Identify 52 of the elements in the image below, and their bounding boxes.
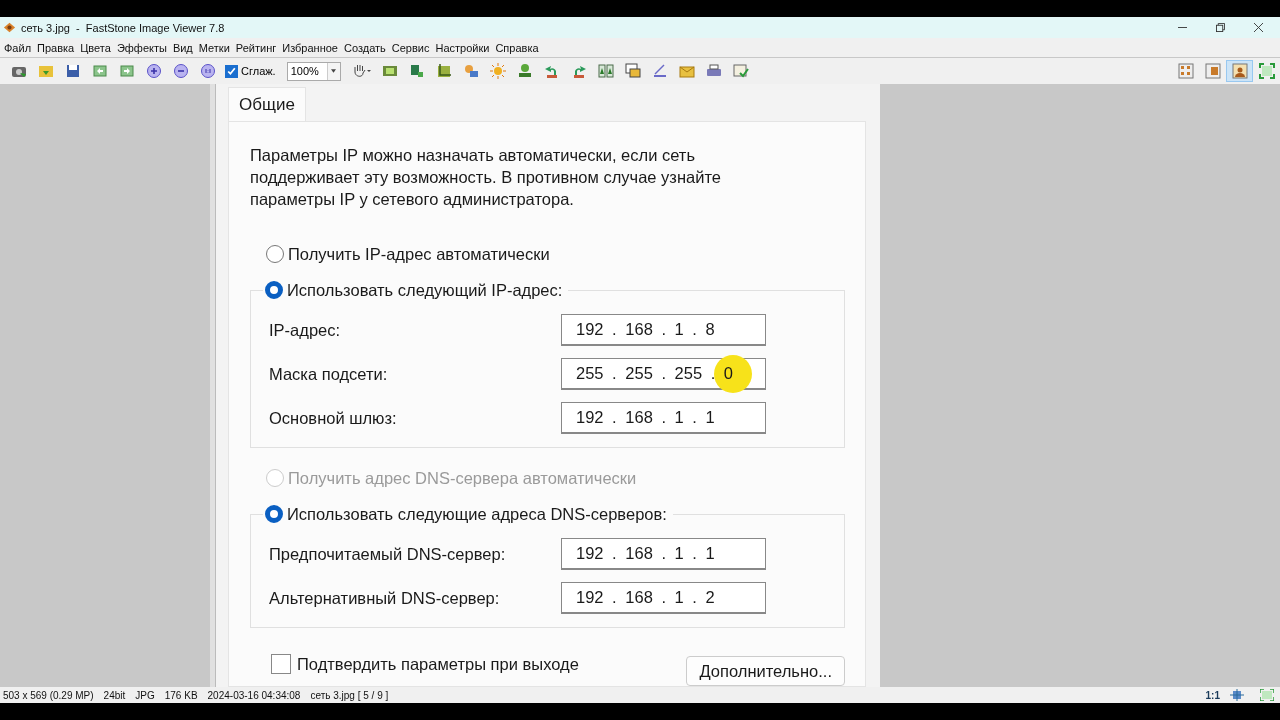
actual-size-button[interactable]: 1:1: [1205, 689, 1220, 701]
restore-icon[interactable]: [1216, 23, 1225, 32]
radio-label: Использовать следующий IP-адрес:: [287, 280, 563, 300]
field-label: Предпочитаемый DNS-сервер:: [269, 544, 507, 564]
ip-address-field[interactable]: 192 . 168 . 1 . 8: [561, 314, 766, 346]
field-label: Основной шлюз:: [269, 408, 398, 428]
menu-item[interactable]: Вид: [172, 41, 193, 54]
ip-address-field[interactable]: 255 . 255 . 255 . 0: [561, 358, 766, 390]
confirm-checkbox[interactable]: [271, 654, 291, 674]
field-label: Маска подсети:: [269, 364, 389, 384]
status-text: 24bit: [103, 689, 126, 701]
menu-item[interactable]: Рейтинг: [235, 41, 277, 54]
viewer-icon[interactable]: [1226, 60, 1253, 82]
menu-item[interactable]: Сервис: [391, 41, 430, 54]
radio-button[interactable]: [265, 281, 283, 299]
status-text: JPG: [135, 689, 155, 701]
app-icon: [3, 21, 16, 34]
menu-item[interactable]: Настройки: [435, 41, 490, 54]
radio-button[interactable]: [265, 505, 283, 523]
menu-item[interactable]: Цвета: [80, 41, 111, 54]
radio-label: Получить адрес DNS-сервера автоматически: [288, 468, 637, 488]
smoothing-checkbox[interactable]: [225, 64, 238, 78]
caret-icon: [331, 69, 337, 73]
field-label: IP-адрес:: [269, 320, 342, 340]
status-text: 2024-03-16 04:34:08: [207, 689, 301, 701]
menu-item[interactable]: Правка: [37, 41, 75, 54]
zoom-dropdown[interactable]: 100%: [286, 61, 341, 81]
description-text: Параметры IP можно назначать автоматически, если сеть поддерживает эту возможность. В противном случае узнайте параметры IP у сетевого администратора.: [250, 145, 722, 210]
menu-item[interactable]: Избранное: [282, 41, 338, 54]
menu-item[interactable]: Метки: [198, 41, 230, 54]
menu-item[interactable]: Эффекты: [116, 41, 167, 54]
ip-address-field[interactable]: 192 . 168 . 1 . 2: [561, 582, 766, 614]
field-label: Альтернативный DNS-сервер:: [269, 588, 501, 608]
confirm-label: Подтвердить параметры при выходе: [297, 654, 579, 674]
radio-label: Получить IP-адрес автоматически: [288, 244, 550, 264]
smoothing-label: Сглаж.: [241, 65, 276, 77]
dialog-tab[interactable]: Общие: [228, 87, 306, 121]
menu-item[interactable]: Справка: [495, 41, 539, 54]
status-text: 503 x 569 (0.29 MP): [3, 689, 94, 701]
radio-button[interactable]: [266, 245, 284, 263]
radio-label: Использовать следующие адреса DNS-серверов:: [287, 504, 667, 524]
fit-icon[interactable]: [1230, 689, 1244, 701]
status-text: сеть 3.jpg [ 5 / 9 ]: [310, 689, 389, 701]
status-text: 176 KB: [164, 689, 198, 701]
fullscreen-icon[interactable]: [1260, 689, 1274, 701]
menu-item[interactable]: Файл: [4, 41, 32, 54]
advanced-button[interactable]: Дополнительно...: [686, 656, 845, 686]
ip-address-field[interactable]: 192 . 168 . 1 . 1: [561, 538, 766, 570]
menu-item[interactable]: Создать: [344, 41, 386, 54]
close-icon[interactable]: [1254, 23, 1263, 32]
window-title: сеть 3.jpg - FastStone Image Viewer 7.8: [21, 21, 225, 34]
ip-address-field[interactable]: 192 . 168 . 1 . 1: [561, 402, 766, 434]
